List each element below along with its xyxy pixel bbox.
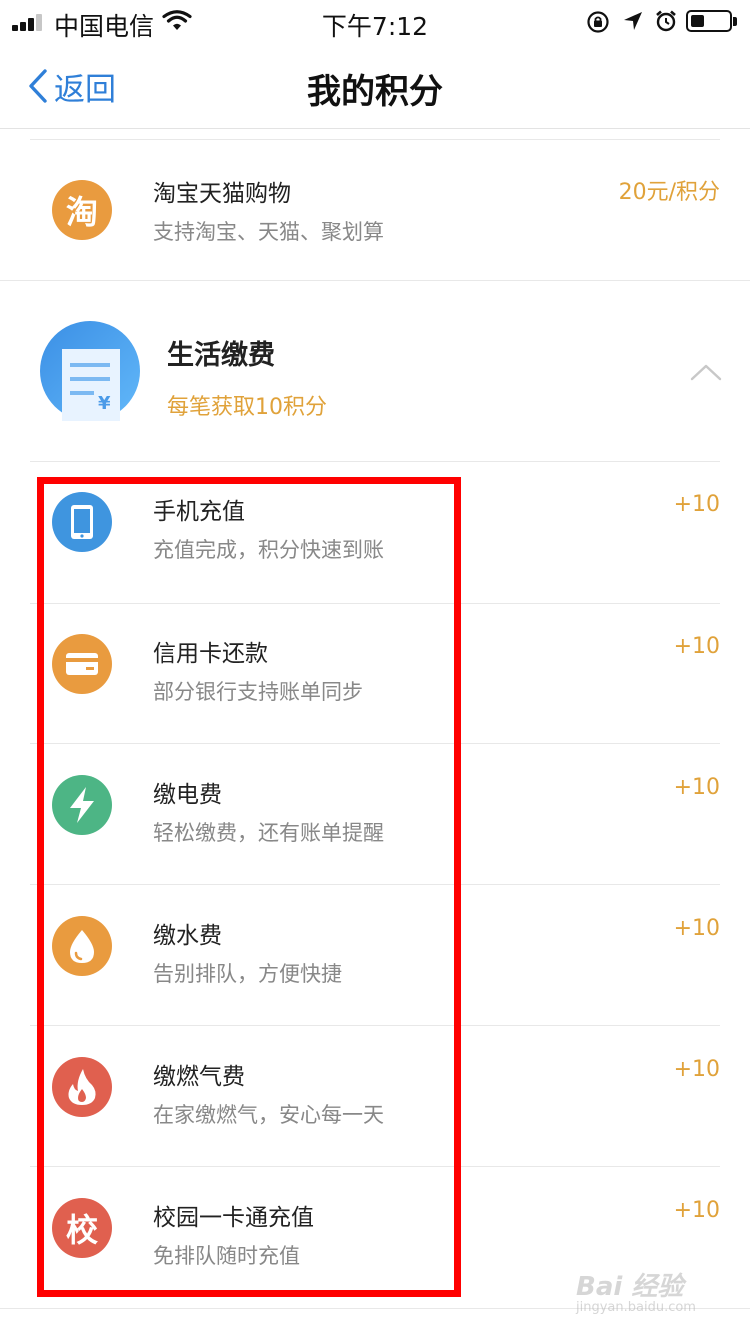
item-points: +10 — [673, 775, 720, 800]
item-title: 手机充值 — [153, 499, 245, 525]
water-drop-icon — [52, 916, 112, 976]
item-subtitle: 免排队随时充值 — [153, 1244, 300, 1268]
item-title: 淘宝天猫购物 — [153, 181, 291, 207]
item-points: 20元/积分 — [618, 180, 720, 205]
watermark-logo: Bai 经验 — [576, 1272, 684, 1302]
item-subtitle: 充值完成，积分快速到账 — [153, 538, 384, 562]
item-title: 校园一卡通充值 — [153, 1205, 314, 1231]
category-title: 生活缴费 — [167, 340, 275, 371]
item-title: 缴电费 — [153, 782, 222, 808]
divider — [30, 743, 720, 744]
battery-icon — [686, 10, 732, 32]
list-item-phone-recharge[interactable]: 手机充值 充值完成，积分快速到账 +10 — [0, 462, 750, 603]
alarm-clock-icon — [656, 10, 676, 32]
nav-bar: 返回 我的积分 — [0, 44, 750, 129]
category-subtitle: 每笔获取10积分 — [167, 395, 327, 420]
item-subtitle: 轻松缴费，还有账单提醒 — [153, 821, 384, 845]
bill-icon: ¥ — [40, 321, 140, 421]
rotation-lock-icon — [587, 11, 609, 33]
svg-text:¥: ¥ — [98, 393, 111, 414]
watermark: Bai 经验 jingyan.baidu.com — [576, 1266, 736, 1326]
battery-level — [691, 15, 704, 27]
watermark-url: jingyan.baidu.com — [576, 1300, 696, 1315]
battery-tip — [733, 17, 737, 26]
item-subtitle: 支持淘宝、天猫、聚划算 — [153, 220, 384, 244]
location-arrow-icon — [624, 12, 642, 30]
item-subtitle: 告别排队，方便快捷 — [153, 962, 342, 986]
item-title: 缴水费 — [153, 923, 222, 949]
divider — [30, 884, 720, 885]
credit-card-icon — [52, 634, 112, 694]
item-points: +10 — [673, 1198, 720, 1223]
list-item-gas[interactable]: 缴燃气费 在家缴燃气，安心每一天 +10 — [0, 1027, 750, 1168]
list-item-water[interactable]: 缴水费 告别排队，方便快捷 +10 — [0, 886, 750, 1027]
category-life-payment[interactable]: ¥ 生活缴费 每笔获取10积分 — [0, 281, 750, 461]
item-points: +10 — [673, 492, 720, 517]
taobao-icon: 淘 — [52, 180, 112, 240]
item-points: +10 — [673, 634, 720, 659]
lightning-icon — [52, 775, 112, 835]
divider — [30, 1166, 720, 1167]
list-item-electricity[interactable]: 缴电费 轻松缴费，还有账单提醒 +10 — [0, 745, 750, 886]
item-subtitle: 在家缴燃气，安心每一天 — [153, 1103, 384, 1127]
flame-icon — [52, 1057, 112, 1117]
list-item-credit-card[interactable]: 信用卡还款 部分银行支持账单同步 +10 — [0, 604, 750, 745]
divider — [30, 1025, 720, 1026]
item-title: 信用卡还款 — [153, 641, 268, 667]
campus-card-icon: 校 — [52, 1198, 112, 1258]
chevron-up-icon[interactable] — [690, 363, 722, 381]
item-subtitle: 部分银行支持账单同步 — [153, 680, 363, 704]
item-points: +10 — [673, 916, 720, 941]
taobao-glyph: 淘 — [65, 193, 98, 231]
campus-glyph: 校 — [65, 1211, 98, 1249]
status-bar: 中国电信 下午7:12 — [0, 0, 750, 44]
page-title: 我的积分 — [307, 72, 443, 112]
item-points: +10 — [673, 1057, 720, 1082]
item-title: 缴燃气费 — [153, 1064, 245, 1090]
phone-icon — [52, 492, 112, 552]
list-item-taobao[interactable]: 淘 淘宝天猫购物 支持淘宝、天猫、聚划算 20元/积分 — [0, 140, 750, 281]
